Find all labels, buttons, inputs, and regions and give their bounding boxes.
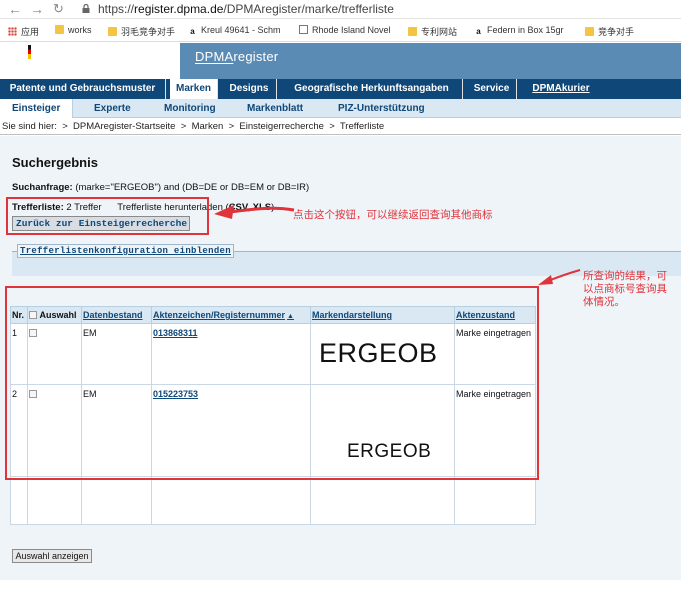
filler-cell xyxy=(10,476,28,525)
logo-dpma: DPMA xyxy=(195,49,234,64)
lock-icon xyxy=(82,4,90,13)
folder-icon xyxy=(108,27,117,36)
bookmark-label: Rhode Island Novel xyxy=(312,25,391,35)
bookmark-works[interactable]: works xyxy=(55,25,92,35)
query-text: (marke="ERGEOB") and (DB=DE or DB=EM or … xyxy=(75,182,310,193)
bookmark-rhode-island[interactable]: Rhode Island Novel xyxy=(299,25,391,35)
bookmark-federn[interactable]: a Federn in Box 15gr xyxy=(474,25,564,36)
page-icon xyxy=(299,25,308,34)
nav-marken[interactable]: Marken xyxy=(170,79,218,99)
url-host: register.dpma.de xyxy=(134,2,224,16)
subnav-markenblatt[interactable]: Markenblatt xyxy=(247,99,303,118)
subnav-monitoring[interactable]: Monitoring xyxy=(164,99,216,118)
nav-service[interactable]: Service xyxy=(467,79,517,99)
bookmark-label: 专利网站 xyxy=(421,27,458,37)
search-query: Suchanfrage: (marke="ERGEOB") and (DB=DE… xyxy=(12,182,309,193)
bookmark-label: Kreul 49641 - Schm xyxy=(201,25,281,35)
folder-icon xyxy=(55,25,64,34)
dpmaregister-logo[interactable]: DPMAregister xyxy=(195,49,278,64)
nav-patente[interactable]: Patente und Gebrauchsmuster xyxy=(0,79,166,99)
bookmark-patent-sites[interactable]: 专利网站 xyxy=(408,25,457,38)
breadcrumb-separator: > xyxy=(329,121,335,132)
header-left-strip xyxy=(0,43,180,79)
nav-geografische[interactable]: Geografische Herkunftsangaben xyxy=(281,79,463,99)
query-label: Suchanfrage: xyxy=(12,182,73,193)
nav-designs[interactable]: Designs xyxy=(222,79,277,99)
filler-cell xyxy=(27,476,82,525)
main-navigation: Patente und Gebrauchsmuster Marken Desig… xyxy=(0,79,681,99)
bookmark-competitors[interactable]: 竞争对手 xyxy=(585,25,634,38)
breadcrumb-marken[interactable]: Marken xyxy=(192,121,224,132)
bookmarks-bar: 应用 works 羽毛竞争对手 a Kreul 49641 - Schm Rhod… xyxy=(0,20,681,42)
annotation-result-note: 所查询的结果，可以点商标号查询具体情况。 xyxy=(583,270,667,308)
breadcrumb-einsteigerrecherche[interactable]: Einsteigerrecherche xyxy=(239,121,324,132)
bookmark-kreul[interactable]: a Kreul 49641 - Schm xyxy=(188,25,281,36)
bookmark-label: Federn in Box 15gr xyxy=(487,25,564,35)
browser-address-bar: ← → ↻ https://register.dpma.de/DPMAregis… xyxy=(0,0,681,19)
filler-cell xyxy=(310,476,455,525)
bookmark-label: 竞争对手 xyxy=(598,27,635,37)
breadcrumb-separator: > xyxy=(62,121,68,132)
breadcrumb-separator: > xyxy=(180,121,187,132)
folder-icon xyxy=(585,27,594,36)
folder-icon xyxy=(408,27,417,36)
annotation-box-button xyxy=(6,197,209,235)
page-title: Suchergebnis xyxy=(12,155,98,170)
forward-arrow-icon[interactable]: → xyxy=(30,1,44,17)
filler-cell xyxy=(81,476,152,525)
annotation-button-note: 点击这个按钮，可以继续返回查询其他商标 xyxy=(293,209,493,221)
bookmark-feather-competitors[interactable]: 羽毛竞争对手 xyxy=(108,25,175,38)
breadcrumb-start[interactable]: DPMAregister-Startseite xyxy=(73,121,175,132)
apps-grid-icon xyxy=(8,27,17,36)
back-arrow-icon[interactable]: ← xyxy=(8,1,22,17)
screenshot-page: ← → ↻ https://register.dpma.de/DPMAregis… xyxy=(0,0,681,595)
amazon-icon: a xyxy=(188,27,197,36)
table-filler-row xyxy=(10,476,536,525)
nav-dpmakurier[interactable]: DPMAkurier xyxy=(521,79,601,99)
subnav-einsteiger[interactable]: Einsteiger xyxy=(0,99,74,118)
breadcrumb-separator: > xyxy=(228,121,235,132)
annotation-arrow-left-icon xyxy=(214,205,295,219)
site-header: DPMAregister xyxy=(0,43,681,79)
annotation-arrow-down-left-icon xyxy=(538,269,581,285)
flag-icon xyxy=(28,45,31,59)
sub-navigation: Einsteiger Experte Monitoring Markenblat… xyxy=(0,99,681,118)
subnav-experte[interactable]: Experte xyxy=(94,99,131,118)
bookmark-apps[interactable]: 应用 xyxy=(8,25,39,38)
amazon-icon: a xyxy=(474,27,483,36)
breadcrumb-current: Trefferliste xyxy=(339,121,385,132)
subnav-piz[interactable]: PIZ-Unterstützung xyxy=(338,99,425,118)
breadcrumb: Sie sind hier: > DPMAregister-Startseite… xyxy=(0,119,681,135)
filler-cell xyxy=(454,476,536,525)
reload-icon[interactable]: ↻ xyxy=(53,1,64,17)
show-selection-button[interactable]: Auswahl anzeigen xyxy=(12,549,92,563)
bookmark-label: 羽毛竞争对手 xyxy=(121,27,176,37)
url-path: /DPMAregister/marke/trefferliste xyxy=(223,2,394,16)
bookmark-label: works xyxy=(68,25,92,35)
url-field[interactable]: https://register.dpma.de/DPMAregister/ma… xyxy=(98,2,394,16)
url-scheme: https:// xyxy=(98,2,135,16)
breadcrumb-prefix: Sie sind hier: xyxy=(2,121,57,132)
logo-register: register xyxy=(233,49,279,64)
annotation-box-results xyxy=(5,286,539,480)
filler-cell xyxy=(151,476,311,525)
bookmark-label: 应用 xyxy=(21,27,40,37)
show-config-toggle[interactable]: Trefferlistenkonfiguration einblenden xyxy=(17,244,234,258)
